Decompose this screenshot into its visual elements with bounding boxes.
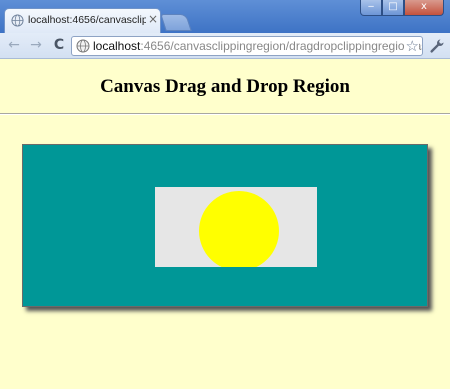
url-path: :4656/canvasclippingregion/dragdropclipp… — [140, 39, 423, 53]
browser-toolbar: ← → C localhost:4656/canvasclippingregio… — [0, 33, 450, 59]
horizontal-rule — [0, 113, 450, 115]
page-title: Canvas Drag and Drop Region — [100, 76, 350, 97]
tab-title: localhost:4656/canvasclipping — [28, 14, 146, 26]
close-window-button[interactable]: x — [404, 0, 444, 16]
bookmark-star-icon[interactable]: ☆ — [403, 37, 419, 55]
maximize-button[interactable]: □ — [382, 0, 404, 16]
window-controls: ‒ □ x — [360, 0, 444, 16]
wrench-icon[interactable] — [429, 38, 445, 54]
drag-drop-canvas[interactable] — [22, 144, 428, 307]
page-globe-icon — [76, 39, 90, 53]
browser-titlebar: localhost:4656/canvasclipping × ‒ □ x — [0, 0, 450, 33]
globe-icon — [11, 14, 24, 27]
close-tab-icon[interactable]: × — [148, 12, 158, 26]
url-host: localhost — [93, 39, 141, 53]
url-text: localhost:4656/canvasclippingregion/drag… — [93, 39, 423, 54]
address-bar[interactable]: localhost:4656/canvasclippingregion/drag… — [71, 36, 423, 56]
browser-tab[interactable]: localhost:4656/canvasclipping × — [4, 8, 161, 33]
minimize-button[interactable]: ‒ — [360, 0, 382, 16]
back-arrow-icon[interactable]: ← — [6, 37, 22, 53]
clipping-region[interactable] — [155, 187, 317, 267]
reload-icon[interactable]: C — [51, 37, 67, 53]
new-tab-button[interactable] — [160, 14, 192, 31]
forward-arrow-icon[interactable]: → — [28, 37, 44, 53]
yellow-ball[interactable] — [199, 191, 279, 267]
